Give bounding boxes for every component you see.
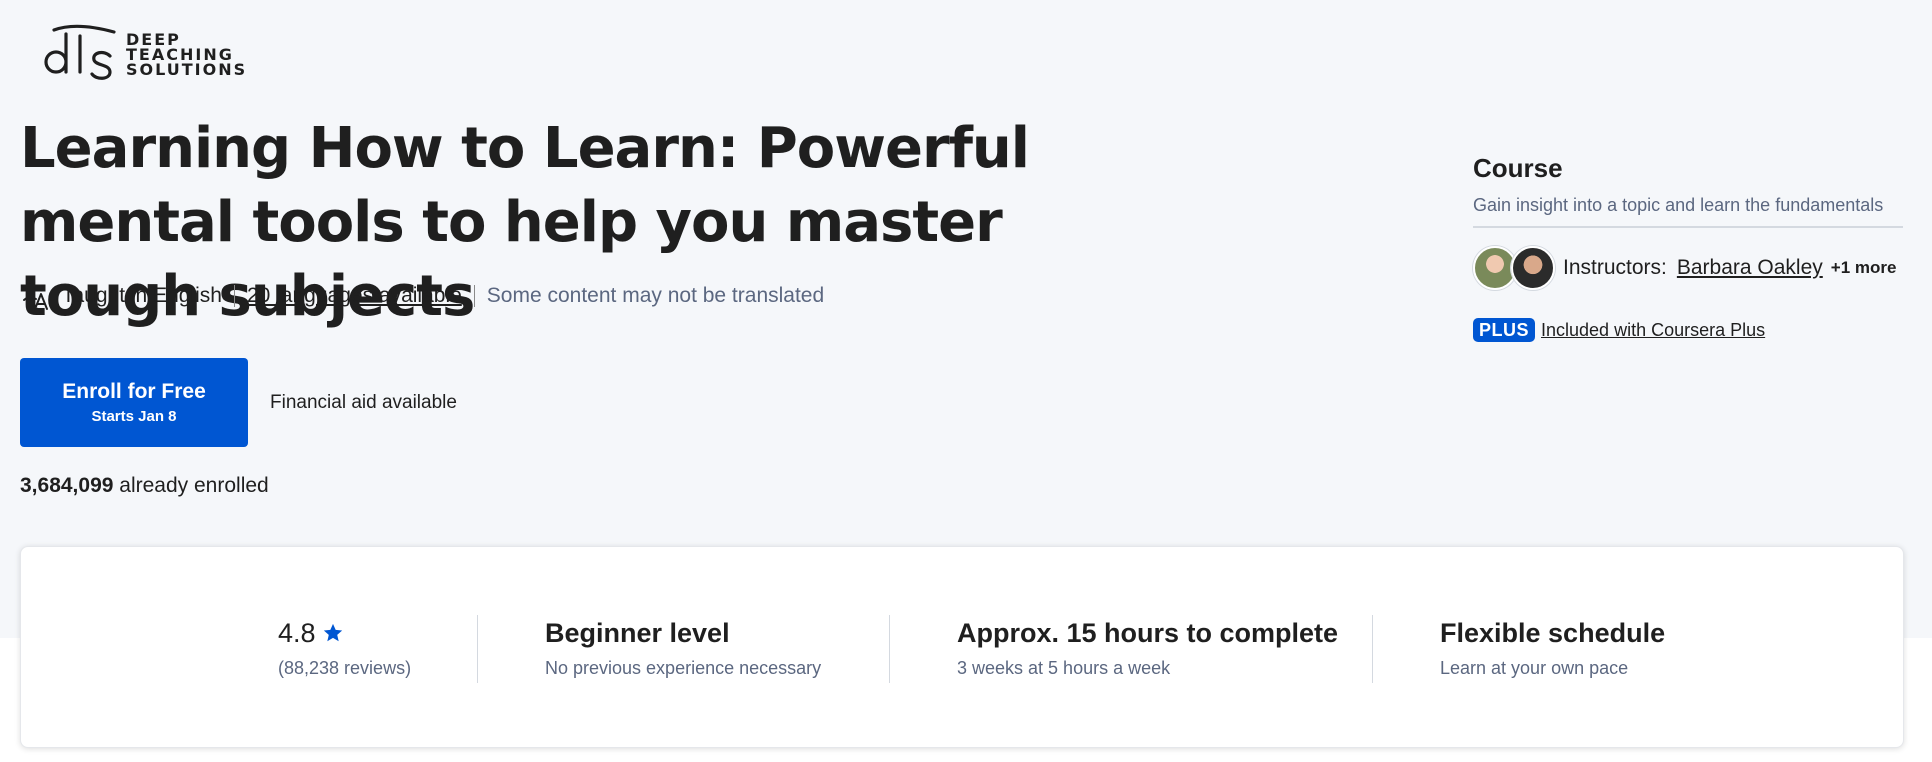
plus-badge: PLUS: [1473, 318, 1536, 342]
enroll-button-label: Enroll for Free: [62, 379, 206, 403]
rating-stat: 4.8 (88,238 reviews): [278, 615, 411, 681]
level-title: Beginner level: [545, 618, 730, 648]
coursera-plus-row: PLUS Included with Coursera Plus: [1473, 318, 1903, 342]
instructors-row: Instructors: Barbara Oakley +1 more: [1473, 242, 1903, 294]
enroll-start-date: Starts Jan 8: [91, 407, 177, 425]
level-description: No previous experience necessary: [545, 658, 822, 678]
schedule-title: Flexible schedule: [1440, 618, 1666, 648]
course-type-label: Course: [1473, 153, 1563, 183]
avatar[interactable]: [1511, 246, 1555, 290]
duration-title: Approx. 15 hours to complete: [957, 618, 1339, 648]
enrolled-count: 3,684,099 already enrolled: [20, 474, 269, 498]
stat-divider: [889, 615, 890, 683]
taught-in-label: Taught in English: [62, 284, 222, 307]
coursera-plus-link[interactable]: Included with Coursera Plus: [1541, 320, 1765, 341]
course-type-description: Gain insight into a topic and learn the …: [1473, 195, 1884, 215]
partner-logo-text: DEEP TEACHING SOLUTIONS: [126, 29, 248, 79]
course-sidebar: Course Gain insight into a topic and lea…: [1473, 150, 1903, 342]
schedule-stat: Flexible schedule Learn at your own pace: [1440, 615, 1665, 681]
course-stats-card: 4.8 (88,238 reviews) Beginner level No p…: [20, 546, 1904, 748]
translate-icon: [20, 281, 50, 311]
divider: [1473, 226, 1903, 228]
more-instructors-button[interactable]: +1 more: [1831, 258, 1897, 278]
languages-link[interactable]: 20 languages available: [247, 284, 462, 308]
separator: [473, 285, 475, 307]
stat-divider: [1372, 615, 1373, 683]
enrolled-number: 3,684,099: [20, 474, 114, 497]
duration-description: 3 weeks at 5 hours a week: [957, 658, 1171, 678]
enroll-button[interactable]: Enroll for Free Starts Jan 8: [20, 358, 248, 447]
duration-stat: Approx. 15 hours to complete 3 weeks at …: [957, 615, 1338, 681]
star-icon: [322, 622, 344, 644]
instructor-avatars[interactable]: [1473, 246, 1555, 290]
stat-divider: [477, 615, 478, 683]
rating-value: 4.8: [278, 618, 316, 648]
translation-note: Some content may not be translated: [486, 284, 825, 307]
separator: [233, 285, 235, 307]
review-count: (88,238 reviews): [278, 658, 412, 678]
partner-logo[interactable]: DEEP TEACHING SOLUTIONS: [40, 22, 247, 86]
enrolled-suffix: already enrolled: [119, 474, 269, 497]
financial-aid-text: Financial aid available: [270, 392, 457, 413]
partner-logo-mark: [44, 24, 116, 80]
rating-value-row: 4.8: [278, 615, 411, 651]
instructors-label: Instructors:: [1563, 256, 1667, 279]
schedule-description: Learn at your own pace: [1440, 658, 1629, 678]
language-info: Taught in English 20 languages available…: [20, 280, 824, 312]
instructor-link[interactable]: Barbara Oakley: [1677, 256, 1823, 280]
level-stat: Beginner level No previous experience ne…: [545, 615, 821, 681]
